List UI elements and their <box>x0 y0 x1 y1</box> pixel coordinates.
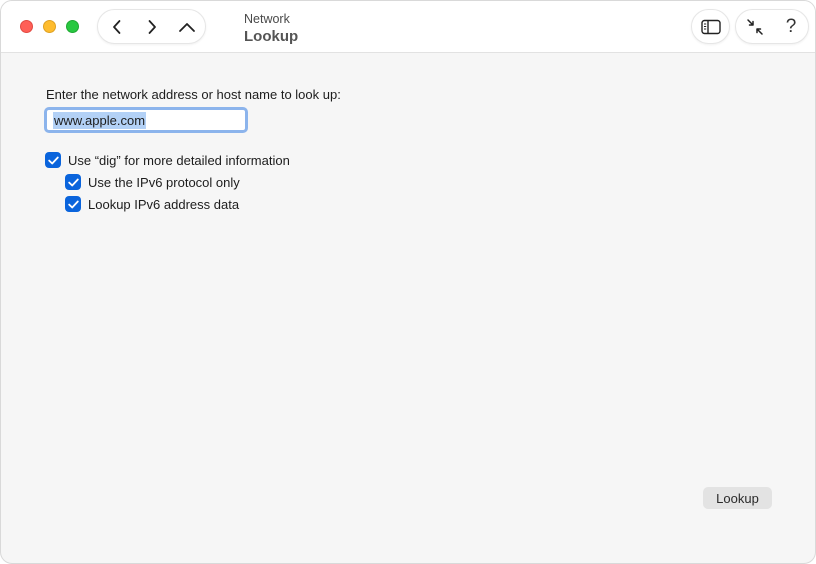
help-button[interactable]: ? <box>774 10 808 43</box>
ipv6-only-label: Use the IPv6 protocol only <box>88 174 240 190</box>
lookup-panel: Enter the network address or host name t… <box>1 53 815 563</box>
checkmark-icon <box>47 156 59 164</box>
chevron-right-icon <box>148 19 156 34</box>
lookup-ipv6-label: Lookup IPv6 address data <box>88 196 240 212</box>
titlebar: Network Lookup ? <box>1 1 815 53</box>
window-title-subtitle: Network <box>244 12 290 26</box>
dig-checkbox[interactable] <box>45 152 61 168</box>
host-input[interactable]: www.apple.com <box>44 107 248 133</box>
sidebar-toggle-icon <box>700 19 721 34</box>
chevron-up-icon <box>179 22 195 32</box>
checkmark-icon <box>67 178 79 186</box>
dig-label: Use “dig” for more detailed information <box>68 152 290 168</box>
host-prompt-label: Enter the network address or host name t… <box>46 87 341 102</box>
window-title: Network Lookup <box>244 12 298 47</box>
lookup-ipv6-option[interactable]: Lookup IPv6 address data <box>65 196 239 212</box>
lookup-button[interactable]: Lookup <box>703 487 772 509</box>
dig-option[interactable]: Use “dig” for more detailed information <box>45 152 290 168</box>
up-button[interactable] <box>170 10 204 43</box>
lookup-ipv6-checkbox[interactable] <box>65 196 81 212</box>
checkmark-icon <box>67 200 79 208</box>
collapse-button[interactable] <box>738 10 772 43</box>
chevron-left-icon <box>113 19 121 34</box>
network-lookup-window: Network Lookup ? Enter the network addre… <box>0 0 816 564</box>
sidebar-toggle-button[interactable] <box>691 9 730 44</box>
zoom-window-button[interactable] <box>66 20 79 33</box>
window-title-main: Lookup <box>244 28 299 45</box>
minimize-window-button[interactable] <box>43 20 56 33</box>
toolbar-right-group: ? <box>735 9 809 44</box>
ipv6-only-option[interactable]: Use the IPv6 protocol only <box>65 174 240 190</box>
ipv6-only-checkbox[interactable] <box>65 174 81 190</box>
host-input-value: www.apple.com <box>53 111 147 129</box>
close-window-button[interactable] <box>20 20 33 33</box>
collapse-arrows-icon <box>747 18 763 35</box>
navigation-group <box>97 9 206 44</box>
forward-button[interactable] <box>135 10 169 43</box>
back-button[interactable] <box>100 10 134 43</box>
